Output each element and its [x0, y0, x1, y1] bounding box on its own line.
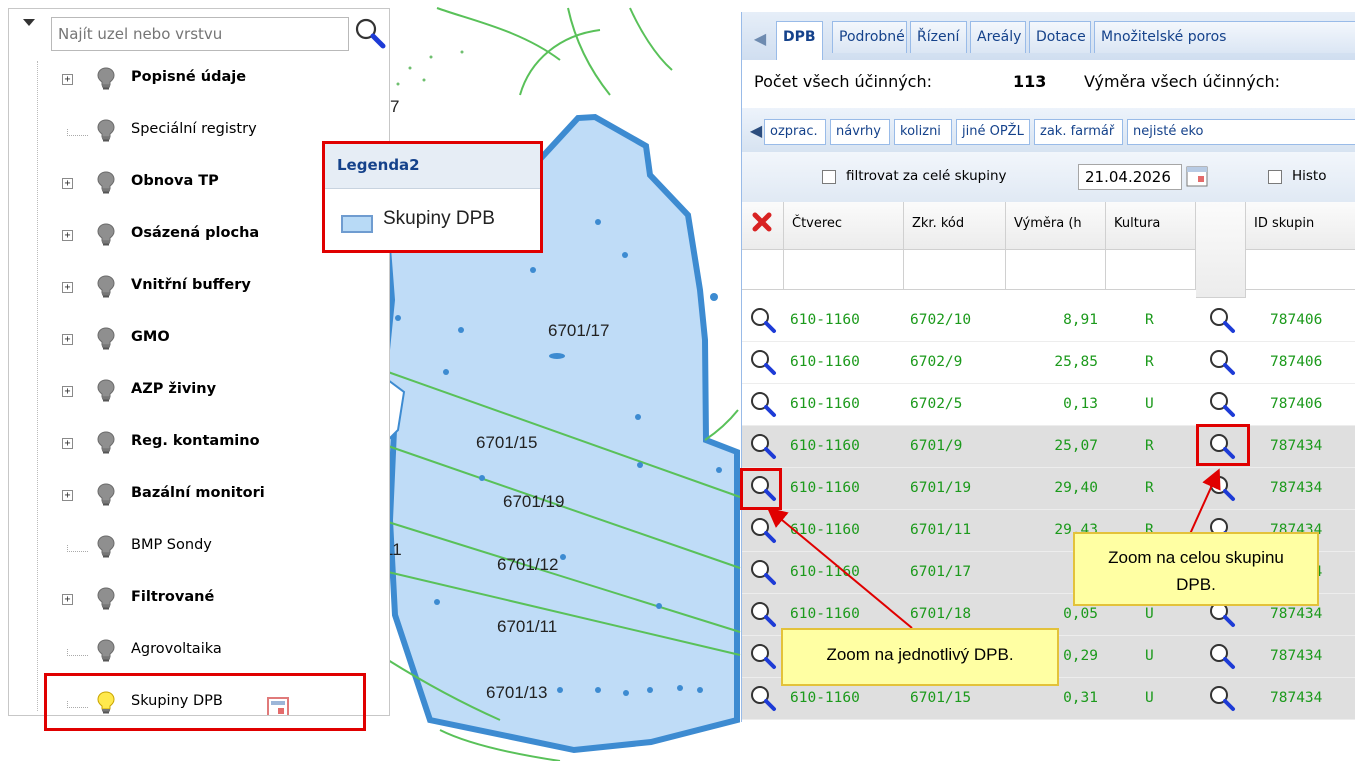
callout-arrows — [766, 468, 1221, 629]
callout-group-zoom: Zoom na celou skupinu DPB. — [1073, 532, 1319, 606]
callout-single-zoom: Zoom na jednotlivý DPB. — [781, 628, 1059, 686]
